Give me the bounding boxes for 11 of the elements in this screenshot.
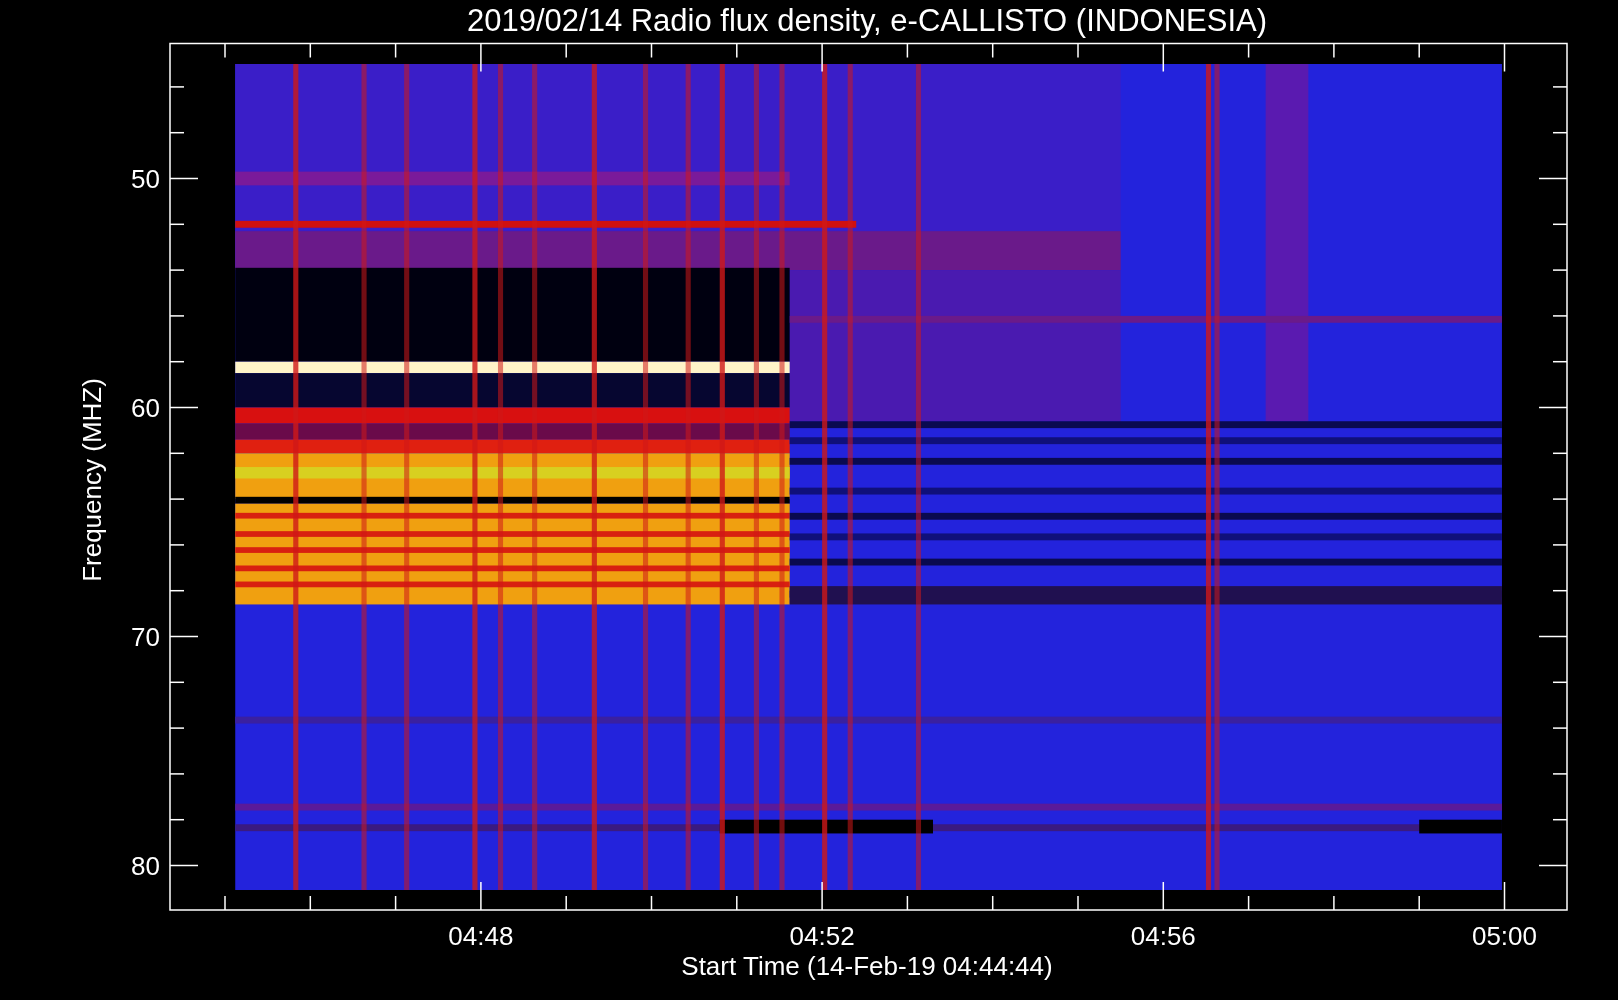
axis-title: Start Time (14-Feb-19 04:44:44): [681, 951, 1053, 981]
axis-tick-label: 50: [131, 163, 160, 194]
axis-tick-label: 70: [131, 621, 160, 652]
chart-title: 2019/02/14 Radio flux density, e-CALLISTO (INDONESIA): [466, 3, 1268, 38]
axis-tick-label: 04:52: [789, 921, 855, 951]
axis-tick-label: 05:00: [1471, 921, 1538, 951]
axis-tick-label: 04:56: [1130, 921, 1196, 951]
axis-tick-label: 80: [131, 850, 160, 881]
axis-title: Frequency (MHZ): [77, 378, 107, 582]
axis-tick-label: 04:48: [448, 921, 514, 951]
axis-tick-label: 60: [131, 392, 160, 423]
